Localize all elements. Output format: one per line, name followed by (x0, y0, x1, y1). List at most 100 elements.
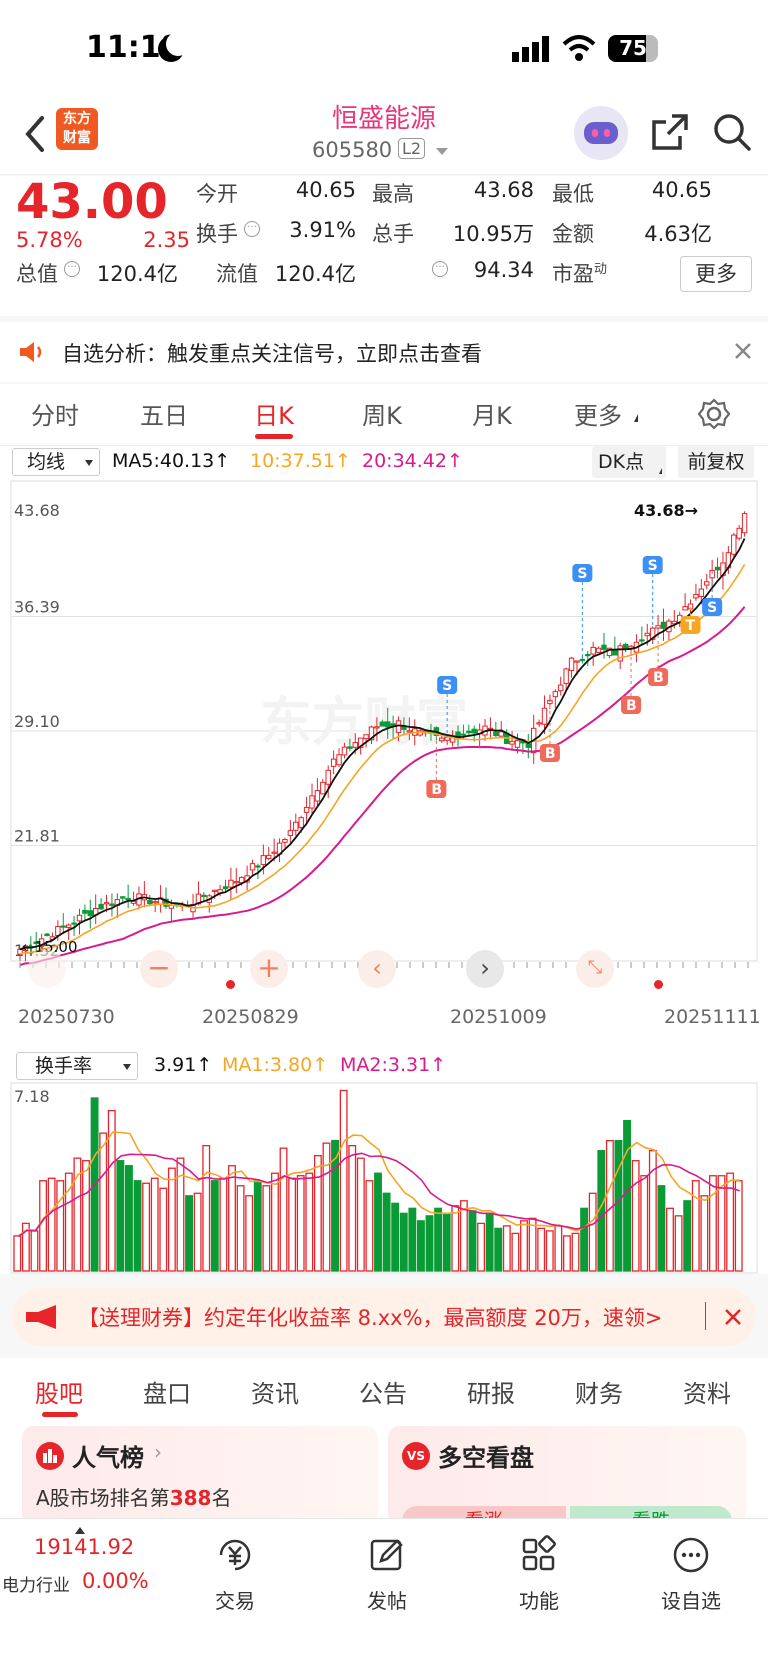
turnover-bar (228, 1165, 236, 1272)
tab-pankou[interactable]: 盘口 (122, 1374, 212, 1409)
tab-fenshi[interactable]: 分时 (5, 396, 105, 431)
signal-icon (512, 36, 549, 62)
tab-month-k[interactable]: 月K (442, 396, 542, 431)
candle-body (466, 730, 472, 734)
level-badge[interactable]: L2 (398, 138, 426, 159)
tab-guba[interactable]: 股吧 (14, 1374, 104, 1409)
dropdown-icon (85, 460, 93, 466)
candle-body (109, 903, 115, 906)
zoom-out-button[interactable]: − (140, 950, 178, 988)
candle-body (44, 933, 50, 937)
tab-yanbao[interactable]: 研报 (446, 1374, 536, 1409)
more-button[interactable]: 更多 (680, 256, 752, 292)
add-watchlist-button[interactable]: 设自选 (636, 1519, 746, 1614)
tab-week-k[interactable]: 周K (332, 396, 432, 431)
turnover-bar (39, 1180, 48, 1272)
adjust-button[interactable]: 前复权 (678, 446, 754, 478)
turnover-bar (185, 1195, 194, 1272)
ma10-value: 10:37.51↑ (250, 450, 351, 472)
candle-body (595, 647, 602, 653)
post-button[interactable]: 发帖 (332, 1519, 442, 1614)
scroll-left-button[interactable]: ‹ (358, 950, 396, 988)
turnover-bar (485, 1212, 494, 1272)
candle-body (233, 881, 239, 884)
info-icon[interactable]: ··· (432, 261, 448, 277)
turnover-bar (202, 1145, 211, 1272)
zoom-in-button[interactable]: + (250, 950, 288, 988)
content-tab-indicator (42, 1412, 78, 1417)
turnover-bar (640, 1175, 649, 1272)
turnover-bar (167, 1167, 176, 1272)
promo-banner[interactable]: 【送理财券】约定年化收益率 8.xx%，最高额度 20万，速领> (12, 1288, 756, 1346)
turnover-bar (623, 1119, 632, 1272)
promo-divider (705, 1302, 706, 1330)
ma10-line (19, 564, 746, 955)
info-icon[interactable]: ··· (244, 221, 260, 237)
candle-body (65, 924, 72, 928)
candle-body (379, 721, 385, 727)
turnover-bar (451, 1205, 460, 1272)
turnover-plot[interactable]: 7.18 (0, 1082, 768, 1274)
app-logo: 东方 财富 (56, 108, 98, 150)
tab-wuri[interactable]: 五日 (114, 396, 214, 431)
stock-header: 东方 财富 恒盛能源 605580 L2 (0, 100, 768, 175)
chevron-down-icon[interactable] (436, 148, 448, 155)
dk-button[interactable]: DK点 (592, 446, 666, 478)
candle-body (541, 707, 548, 725)
candle-body (98, 903, 104, 910)
function-button[interactable]: 功能 (484, 1519, 594, 1614)
kline-plot[interactable]: 43.6836.3929.1021.8114.52东方财富SBBSBBSTS43… (0, 480, 768, 1010)
promo-close-icon[interactable] (724, 1308, 742, 1326)
candle-body (347, 746, 353, 749)
quote-value: 120.4亿 (96, 262, 178, 286)
turnover-bar (391, 1202, 400, 1272)
candle-body (352, 742, 358, 748)
turnover-bar (674, 1215, 683, 1272)
info-icon[interactable]: ··· (64, 261, 80, 277)
signal-notice[interactable]: 自选分析：触发重点关注信号，立即点击查看 (0, 322, 768, 382)
turnover-bar (245, 1195, 254, 1272)
reset-button[interactable] (28, 950, 66, 988)
turnover-bar (691, 1180, 700, 1272)
ma-select[interactable]: 均线 (12, 448, 100, 476)
settings-gear-icon[interactable] (698, 398, 730, 430)
turnover-bar (562, 1235, 571, 1272)
candle-body (704, 581, 710, 586)
candle-body (493, 731, 499, 737)
share-icon[interactable] (650, 112, 690, 152)
turnover-select[interactable]: 换手率 (16, 1052, 138, 1080)
tab-gonggao[interactable]: 公告 (338, 1374, 428, 1409)
ma5-value: MA5:40.13↑ (112, 450, 231, 472)
tab-caiwu[interactable]: 财务 (554, 1374, 644, 1409)
tab-zixun[interactable]: 资讯 (230, 1374, 320, 1409)
scroll-right-button[interactable]: › (466, 950, 504, 988)
signal-letter: B (431, 782, 442, 798)
candle-body (525, 743, 531, 748)
turnover-bar (571, 1232, 580, 1272)
expand-up-icon[interactable] (75, 1527, 85, 1534)
candle-body (574, 660, 580, 663)
trade-button[interactable]: 交易 (180, 1519, 290, 1614)
index-name[interactable]: 电力行业 (2, 1571, 70, 1596)
tab-ziliao[interactable]: 资料 (662, 1374, 752, 1409)
add-watchlist-label: 设自选 (661, 1589, 721, 1613)
back-icon[interactable] (22, 114, 46, 154)
quote-label: 总手 (372, 222, 414, 246)
signal-letter: S (707, 600, 717, 616)
candle-body (71, 922, 77, 925)
index-value[interactable]: 19141.92 (34, 1535, 134, 1559)
signal-letter: B (626, 698, 637, 714)
candle-body (714, 566, 721, 571)
quote-label: 金额 (552, 222, 594, 246)
fullscreen-icon[interactable]: ⤡ (576, 950, 614, 988)
close-icon[interactable] (734, 342, 752, 360)
duokong-card[interactable]: VS 多空看盘 看涨 看跌 (388, 1426, 746, 1536)
robot-avatar-icon[interactable] (574, 106, 628, 160)
search-icon[interactable] (712, 112, 752, 152)
vol-ma1-text: MA1:3.80 (222, 1054, 313, 1076)
turnover-bar (537, 1227, 546, 1272)
candle-body (309, 795, 315, 809)
stock-code: 605580 (312, 138, 393, 162)
popular-card[interactable]: 人气榜 › A股市场排名第388名 (22, 1426, 378, 1526)
tab-day-k[interactable]: 日K (224, 396, 324, 431)
